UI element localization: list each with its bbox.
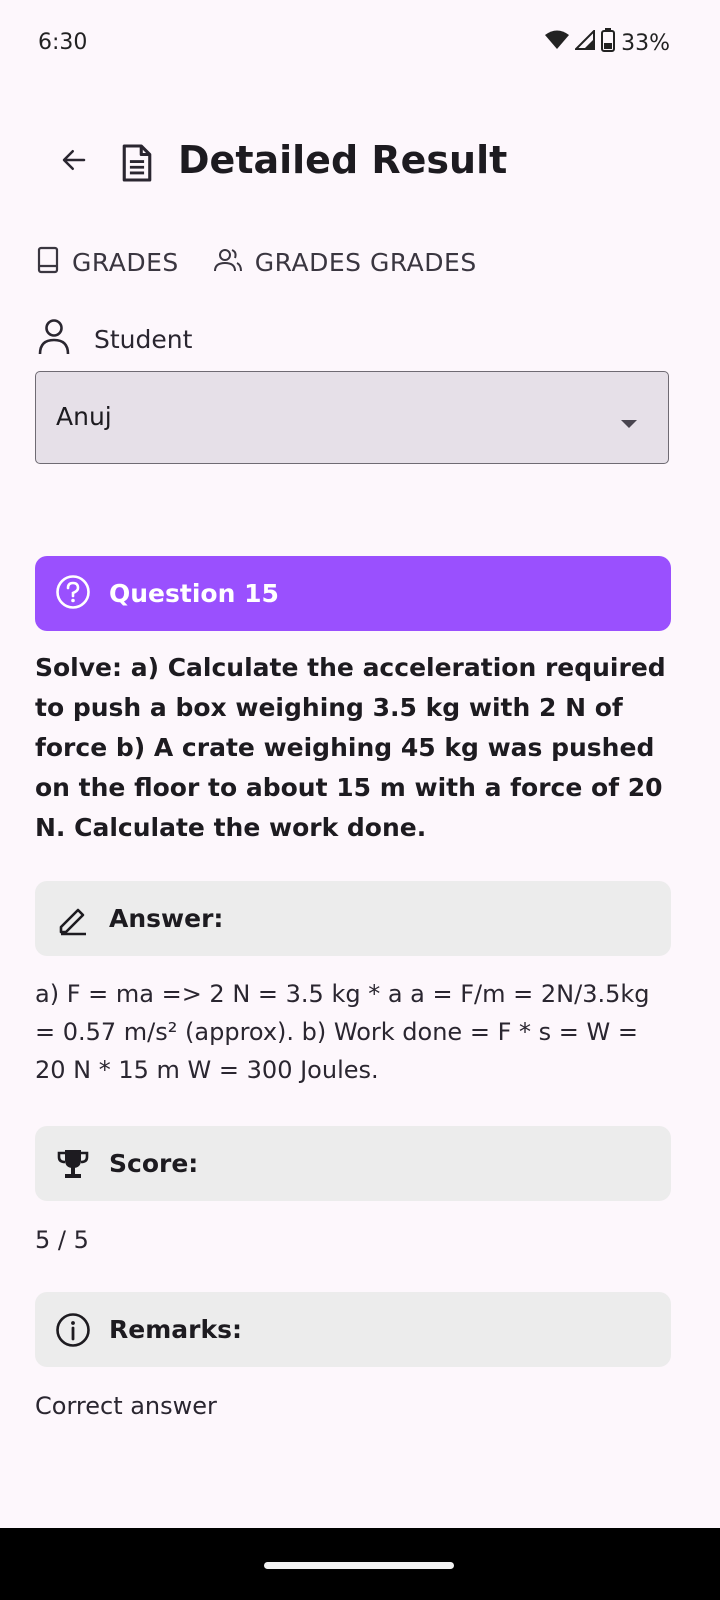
score-value: 5 / 5 bbox=[35, 1226, 89, 1254]
answer-header: Answer: bbox=[35, 881, 671, 956]
person-icon bbox=[36, 318, 72, 360]
remarks-header: Remarks: bbox=[35, 1292, 671, 1367]
battery-percent: 33% bbox=[621, 30, 670, 56]
remarks-text: Correct answer bbox=[35, 1392, 217, 1420]
dropdown-value: Anuj bbox=[56, 402, 112, 431]
arrow-back-icon bbox=[59, 145, 89, 179]
back-button[interactable] bbox=[52, 140, 96, 184]
tab-grades[interactable]: GRADES bbox=[36, 246, 179, 278]
remarks-title: Remarks: bbox=[109, 1315, 242, 1344]
tab-row: GRADES GRADES GRADES bbox=[36, 240, 511, 284]
group-icon bbox=[213, 247, 243, 277]
edit-icon bbox=[55, 901, 91, 937]
wifi-icon bbox=[545, 30, 570, 56]
info-icon bbox=[55, 1312, 91, 1348]
system-nav-bar bbox=[0, 1528, 720, 1600]
tab-grades-grades[interactable]: GRADES GRADES bbox=[213, 247, 477, 277]
tab-label: GRADES bbox=[72, 247, 179, 277]
answer-title: Answer: bbox=[109, 904, 224, 933]
home-gesture-handle[interactable] bbox=[264, 1562, 454, 1569]
question-title: Question 15 bbox=[109, 579, 279, 608]
battery-icon bbox=[601, 28, 616, 58]
status-icons: 33% bbox=[545, 28, 670, 58]
student-dropdown[interactable]: Anuj bbox=[35, 371, 669, 464]
signal-icon bbox=[573, 28, 596, 56]
page-title: Detailed Result bbox=[178, 138, 508, 182]
trophy-icon bbox=[55, 1146, 91, 1182]
score-header: Score: bbox=[35, 1126, 671, 1201]
document-icon bbox=[120, 143, 154, 187]
question-header: Question 15 bbox=[35, 556, 671, 631]
student-label-row: Student bbox=[36, 318, 192, 360]
dropdown-arrow-icon bbox=[620, 414, 638, 433]
tab-label: GRADES GRADES bbox=[254, 247, 477, 277]
help-icon bbox=[55, 574, 91, 614]
question-text: Solve: a) Calculate the acceleration req… bbox=[35, 653, 666, 842]
book-icon bbox=[36, 246, 60, 278]
status-time: 6:30 bbox=[38, 30, 88, 55]
status-bar: 6:30 33% bbox=[0, 0, 720, 90]
answer-text: a) F = ma => 2 N = 3.5 kg * a a = F/m = … bbox=[35, 980, 650, 1084]
student-label: Student bbox=[94, 324, 193, 354]
score-title: Score: bbox=[109, 1149, 199, 1178]
app-bar: Detailed Result bbox=[0, 130, 720, 200]
